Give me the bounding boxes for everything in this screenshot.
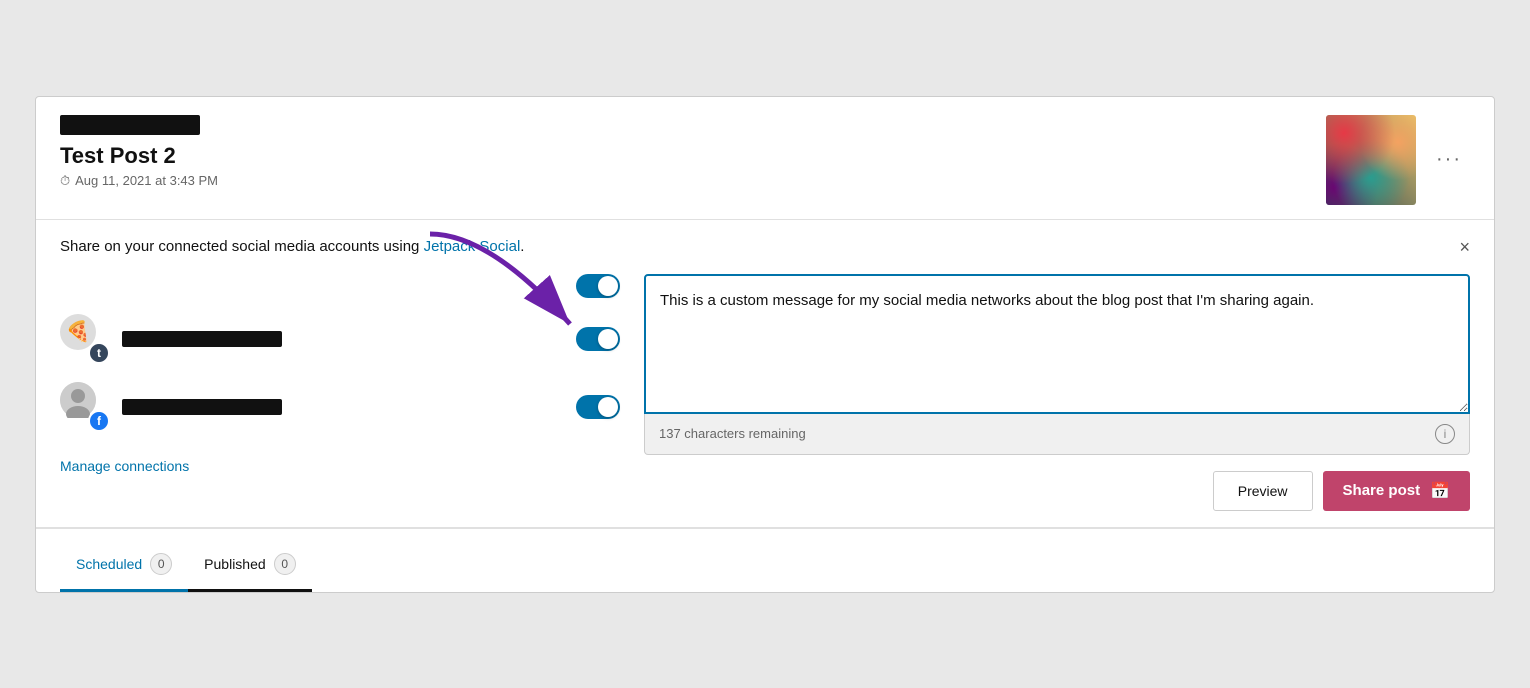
- post-title: Test Post 2: [60, 143, 218, 169]
- tumblr-badge: t: [88, 342, 110, 364]
- tab-published[interactable]: Published 0: [188, 543, 312, 592]
- tumblr-icons: 🍕 t: [60, 314, 110, 364]
- tumblr-account-name: [122, 331, 282, 347]
- post-card: Test Post 2 ⏱ Aug 11, 2021 at 3:43 PM ··…: [35, 96, 1495, 593]
- preview-button[interactable]: Preview: [1213, 471, 1313, 511]
- tab-scheduled-badge: 0: [150, 553, 172, 575]
- tab-published-badge: 0: [274, 553, 296, 575]
- redacted-bar: [60, 115, 200, 135]
- date-text: Aug 11, 2021 at 3:43 PM: [75, 173, 218, 188]
- share-post-button[interactable]: Share post 📅: [1323, 471, 1470, 511]
- message-column: 137 characters remaining i Preview Share…: [644, 274, 1470, 511]
- share-section: Share on your connected social media acc…: [36, 220, 1494, 528]
- share-post-label: Share post: [1343, 482, 1421, 499]
- info-icon[interactable]: i: [1435, 424, 1455, 444]
- message-footer: 137 characters remaining i: [644, 414, 1470, 455]
- facebook-badge: f: [88, 410, 110, 432]
- header-right: ···: [1326, 115, 1470, 205]
- tab-scheduled[interactable]: Scheduled 0: [60, 543, 188, 592]
- pizza-icon: 🍕: [66, 319, 91, 344]
- manage-connections-link[interactable]: Manage connections: [60, 458, 189, 474]
- jetpack-social-link[interactable]: Jetpack Social: [424, 238, 521, 255]
- account-row-tumblr: 🍕 t: [60, 314, 620, 364]
- card-footer: Scheduled 0 Published 0: [36, 528, 1494, 592]
- close-button[interactable]: ×: [1459, 238, 1470, 256]
- char-count: 137 characters remaining: [659, 426, 806, 441]
- more-button[interactable]: ···: [1428, 145, 1470, 173]
- toggle-facebook[interactable]: [576, 395, 620, 419]
- account-row-facebook: f: [60, 382, 620, 432]
- post-thumbnail: [1326, 115, 1416, 205]
- share-body: 🍕 t: [60, 274, 1470, 511]
- toggle-tumblr[interactable]: [576, 327, 620, 351]
- message-textarea[interactable]: [644, 274, 1470, 414]
- card-header: Test Post 2 ⏱ Aug 11, 2021 at 3:43 PM ··…: [36, 97, 1494, 220]
- toggle-all[interactable]: [576, 274, 620, 298]
- buttons-row: Preview Share post 📅: [644, 471, 1470, 511]
- tab-published-label: Published: [204, 556, 266, 572]
- top-toggle-row: [60, 274, 620, 298]
- post-date: ⏱ Aug 11, 2021 at 3:43 PM: [60, 173, 218, 189]
- share-calendar-icon: 📅: [1430, 481, 1450, 501]
- accounts-section: 🍕 t: [60, 274, 620, 511]
- facebook-icons: f: [60, 382, 110, 432]
- clock-icon: ⏱: [60, 173, 70, 189]
- share-intro: Share on your connected social media acc…: [60, 238, 524, 255]
- facebook-account-name: [122, 399, 282, 415]
- tab-scheduled-label: Scheduled: [76, 556, 142, 572]
- header-left: Test Post 2 ⏱ Aug 11, 2021 at 3:43 PM: [60, 115, 218, 189]
- share-header: Share on your connected social media acc…: [60, 238, 1470, 256]
